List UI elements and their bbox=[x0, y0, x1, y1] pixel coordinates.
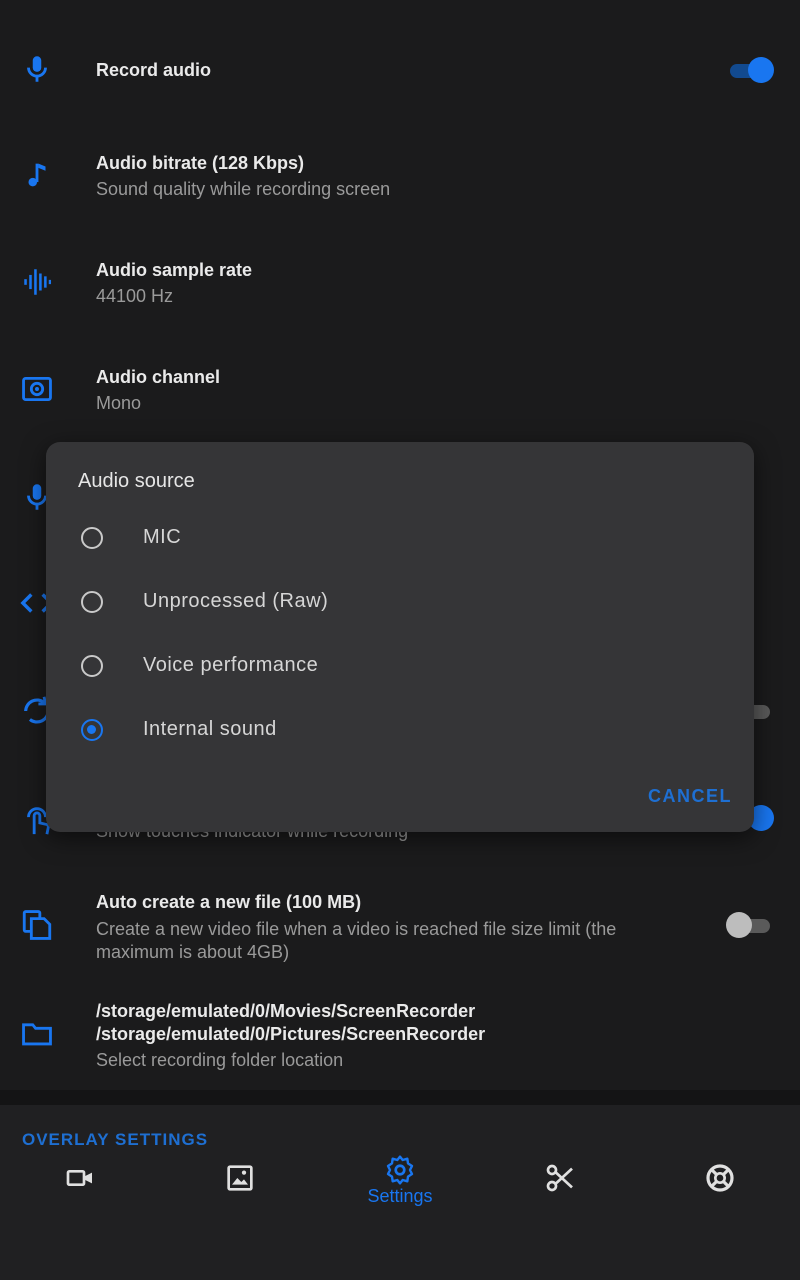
nav-help[interactable] bbox=[640, 1150, 800, 1220]
setting-subtitle: 44100 Hz bbox=[96, 286, 174, 306]
nav-settings[interactable]: Settings bbox=[320, 1150, 480, 1220]
option-label: Voice performance bbox=[143, 654, 319, 676]
nav-edit[interactable] bbox=[480, 1150, 640, 1220]
setting-subtitle: Mono bbox=[96, 393, 142, 413]
radio-button[interactable] bbox=[81, 655, 103, 677]
waveform-icon bbox=[20, 265, 54, 299]
setting-title: Record audio bbox=[96, 60, 212, 80]
option-voice-performance[interactable]: Voice performance bbox=[46, 641, 754, 697]
dialog-title: Audio source bbox=[78, 470, 195, 492]
radio-button[interactable] bbox=[81, 591, 103, 613]
radio-button-selected[interactable] bbox=[81, 719, 103, 741]
setting-auto-create-file[interactable]: Auto create a new file (100 MB) Create a… bbox=[0, 890, 800, 970]
setting-recording-folder[interactable]: /storage/emulated/0/Movies/ScreenRecorde… bbox=[0, 1000, 800, 1080]
option-label: Internal sound bbox=[143, 718, 277, 740]
audio-source-dialog: Audio source MIC Unprocessed (Raw) Voice… bbox=[46, 442, 754, 832]
cancel-button[interactable]: CANCEL bbox=[648, 786, 732, 807]
video-camera-icon bbox=[64, 1162, 96, 1194]
option-label: MIC bbox=[143, 526, 182, 548]
section-header: OVERLAY SETTINGS bbox=[22, 1130, 209, 1149]
lifebuoy-icon bbox=[704, 1162, 736, 1194]
radio-button[interactable] bbox=[81, 527, 103, 549]
bottom-nav: Settings bbox=[0, 1150, 800, 1280]
setting-subtitle: Sound quality while recording screen bbox=[96, 179, 391, 199]
option-label: Unprocessed (Raw) bbox=[143, 590, 329, 612]
section-divider bbox=[0, 1090, 800, 1105]
scissors-icon bbox=[544, 1162, 576, 1194]
speaker-icon bbox=[20, 372, 54, 406]
setting-audio-sample-rate[interactable]: Audio sample rate 44100 Hz bbox=[0, 247, 800, 317]
setting-record-audio[interactable]: Record audio bbox=[0, 40, 800, 100]
setting-title: /storage/emulated/0/Movies/ScreenRecorde… bbox=[96, 1001, 486, 1044]
microphone-icon bbox=[20, 52, 54, 86]
setting-subtitle: Create a new video file when a video is … bbox=[96, 919, 617, 962]
settings-screen: Record audio Audio bitrate (128 Kbps) So… bbox=[0, 0, 800, 1280]
nav-settings-label: Settings bbox=[367, 1186, 433, 1206]
copy-file-icon bbox=[20, 908, 54, 942]
music-note-icon bbox=[20, 158, 54, 192]
option-mic[interactable]: MIC bbox=[46, 513, 754, 569]
auto-create-file-toggle[interactable] bbox=[726, 910, 774, 940]
option-unprocessed[interactable]: Unprocessed (Raw) bbox=[46, 577, 754, 633]
nav-record[interactable] bbox=[0, 1150, 160, 1220]
nav-gallery[interactable] bbox=[160, 1150, 320, 1220]
setting-title: Auto create a new file (100 MB) bbox=[96, 892, 362, 912]
image-icon bbox=[224, 1162, 256, 1194]
setting-audio-bitrate[interactable]: Audio bitrate (128 Kbps) Sound quality w… bbox=[0, 140, 800, 210]
setting-audio-channel[interactable]: Audio channel Mono bbox=[0, 354, 800, 424]
setting-title: Audio channel bbox=[96, 367, 221, 387]
record-audio-toggle[interactable] bbox=[726, 55, 774, 85]
option-internal-sound[interactable]: Internal sound bbox=[46, 705, 754, 761]
setting-title: Audio bitrate (128 Kbps) bbox=[96, 153, 305, 173]
setting-subtitle: Select recording folder location bbox=[96, 1050, 344, 1070]
setting-title: Audio sample rate bbox=[96, 260, 253, 280]
folder-icon bbox=[20, 1017, 54, 1051]
gear-icon bbox=[384, 1154, 416, 1186]
